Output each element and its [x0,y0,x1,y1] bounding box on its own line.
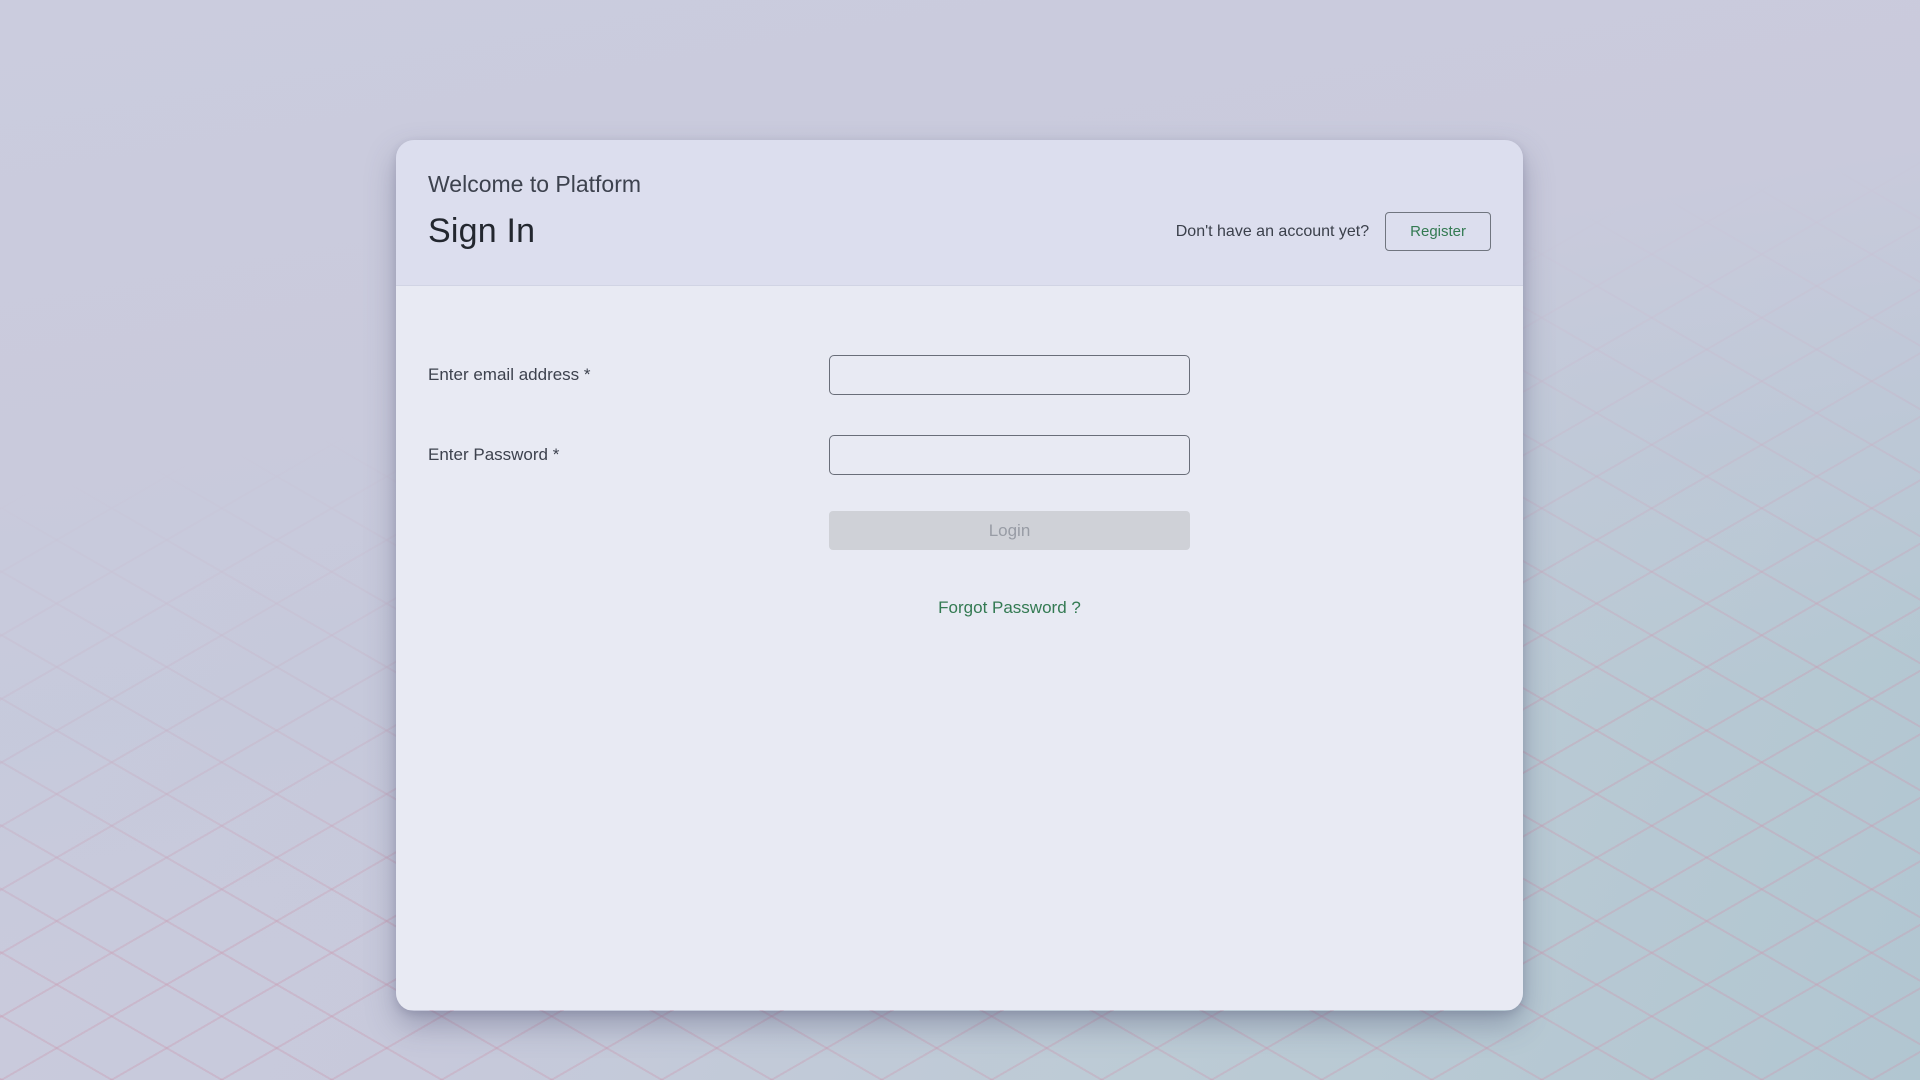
page-title: Sign In [428,212,535,251]
forgot-password-link[interactable]: Forgot Password ? [938,598,1081,617]
email-label: Enter email address * [428,355,808,395]
password-label: Enter Password * [428,435,808,475]
login-button[interactable]: Login [829,511,1190,550]
signin-form: Enter email address * Enter Password * L… [396,286,1523,1010]
welcome-text: Welcome to Platform [428,170,1491,198]
forgot-password-row: Forgot Password ? [829,598,1190,618]
register-button[interactable]: Register [1385,212,1491,251]
signin-card-header: Welcome to Platform Sign In Don't have a… [396,140,1523,286]
email-field[interactable] [829,355,1190,395]
register-prompt: Don't have an account yet? [1176,223,1369,241]
register-section: Don't have an account yet? Register [1176,212,1491,251]
header-row: Sign In Don't have an account yet? Regis… [428,212,1491,251]
password-field[interactable] [829,435,1190,475]
signin-card: Welcome to Platform Sign In Don't have a… [396,140,1523,1011]
